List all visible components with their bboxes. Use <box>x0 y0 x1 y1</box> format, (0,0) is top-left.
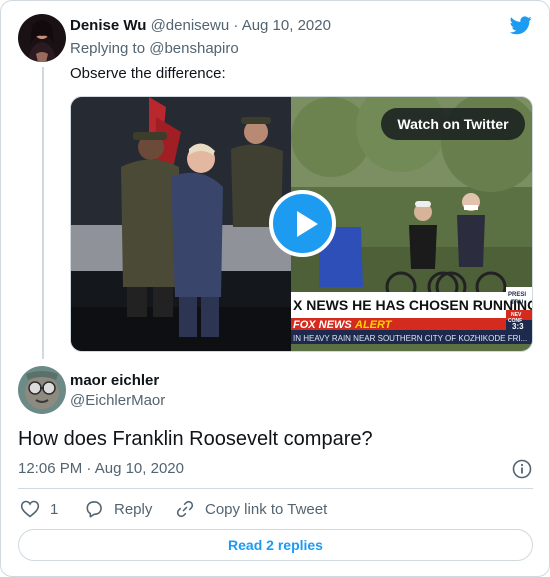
read-replies-button[interactable]: Read 2 replies <box>18 529 533 561</box>
reply-tweet-text: Observe the difference: <box>70 65 226 82</box>
side-badge-mid: TRU <box>511 300 523 306</box>
ticker-alert-brand: FOX NEWS <box>293 319 352 331</box>
heart-icon <box>20 500 40 518</box>
author-name[interactable]: Denise Wu <box>70 17 146 34</box>
separator: · <box>86 460 92 477</box>
info-icon[interactable] <box>511 458 533 480</box>
like-count: 1 <box>50 500 59 518</box>
link-icon <box>176 500 194 518</box>
replying-label: Replying to <box>70 40 146 57</box>
copy-link-label: Copy link to Tweet <box>205 500 328 518</box>
avatar-maor[interactable] <box>18 366 66 414</box>
play-icon <box>297 211 318 237</box>
reply-tweet-header: Denise Wu @denisewu · Aug 10, 2020 <box>70 17 331 35</box>
tweet-timestamp[interactable]: 12:06 PM · Aug 10, 2020 <box>18 460 184 478</box>
side-badge-time: 3:3 <box>512 322 524 331</box>
side-badge-top: PRESI <box>508 292 526 298</box>
tweet-date[interactable]: Aug 10, 2020 <box>242 17 331 34</box>
copy-link-button[interactable]: Copy link to Tweet <box>175 498 327 520</box>
avatar-denise[interactable] <box>18 14 66 62</box>
tweet-card: Denise Wu @denisewu · Aug 10, 2020 Reply… <box>0 0 550 577</box>
tweet-time: 12:06 PM <box>18 460 83 477</box>
divider <box>18 488 533 489</box>
reply-label: Reply <box>114 500 153 518</box>
like-button[interactable]: 1 <box>20 498 58 520</box>
main-author-handle[interactable]: @EichlerMaor <box>70 392 165 410</box>
replying-to: Replying to @benshapiro <box>70 40 239 58</box>
replying-to-handle[interactable]: @benshapiro <box>149 40 238 57</box>
reply-button[interactable]: Reply <box>84 498 152 520</box>
separator: · <box>233 17 239 34</box>
main-author-name[interactable]: maor eichler <box>70 372 159 390</box>
main-tweet-text: How does Franklin Roosevelt compare? <box>18 428 373 450</box>
thread-line <box>42 67 44 359</box>
twitter-bird-icon[interactable] <box>509 16 532 35</box>
ticker-headline: X NEWS HE HAS CHOSEN RUNNING MATE <box>293 297 533 313</box>
tweet-date: Aug 10, 2020 <box>94 460 184 477</box>
ticker-alert-word: ALERT <box>354 319 393 331</box>
watch-on-twitter-button[interactable]: Watch on Twitter <box>381 108 525 140</box>
ticker-crawl: IN HEAVY RAIN NEAR SOUTHERN CITY OF KOZH… <box>293 334 527 343</box>
play-button[interactable] <box>269 190 336 257</box>
author-handle[interactable]: @denisewu <box>151 17 230 34</box>
reply-icon <box>86 501 102 518</box>
